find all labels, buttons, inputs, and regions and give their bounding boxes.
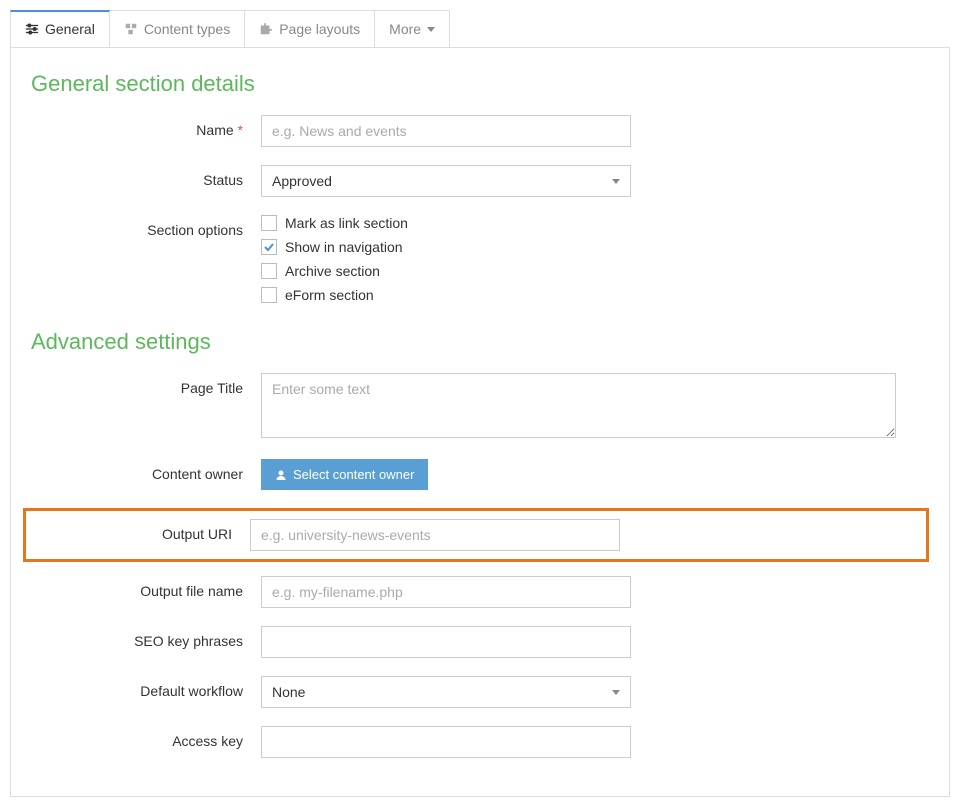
label-default-workflow: Default workflow — [31, 676, 261, 699]
chevron-down-icon — [612, 690, 620, 695]
checkbox-show-nav-label: Show in navigation — [285, 239, 403, 255]
label-content-owner: Content owner — [31, 459, 261, 482]
row-status: Status Approved — [31, 165, 929, 197]
tab-more[interactable]: More — [374, 10, 450, 47]
checkbox-mark-link[interactable] — [261, 215, 277, 231]
page-title-textarea[interactable] — [261, 373, 896, 438]
access-key-input[interactable] — [261, 726, 631, 758]
sliders-icon — [25, 22, 39, 36]
label-access-key: Access key — [31, 726, 261, 749]
row-section-options: Section options Mark as link section Sho… — [31, 215, 929, 311]
output-uri-input[interactable] — [250, 519, 620, 551]
tabs-bar: General Content types Page layouts More — [10, 10, 950, 48]
checkbox-archive-label: Archive section — [285, 263, 380, 279]
tab-page-layouts-label: Page layouts — [279, 21, 360, 37]
user-icon — [275, 469, 287, 481]
general-panel: General section details Name * Status Ap… — [10, 47, 950, 797]
label-section-options: Section options — [31, 215, 261, 238]
output-file-name-input[interactable] — [261, 576, 631, 608]
seo-key-phrases-input[interactable] — [261, 626, 631, 658]
tab-content-types[interactable]: Content types — [109, 10, 245, 47]
label-output-file-name: Output file name — [31, 576, 261, 599]
row-default-workflow: Default workflow None — [31, 676, 929, 708]
row-name: Name * — [31, 115, 929, 147]
checkbox-show-nav[interactable] — [261, 239, 277, 255]
status-value: Approved — [272, 173, 332, 189]
checkbox-eform[interactable] — [261, 287, 277, 303]
tab-content-types-label: Content types — [144, 21, 230, 37]
label-output-uri: Output URI — [26, 519, 250, 542]
tab-general[interactable]: General — [10, 10, 110, 47]
row-access-key: Access key — [31, 726, 929, 758]
row-output-file-name: Output file name — [31, 576, 929, 608]
label-seo: SEO key phrases — [31, 626, 261, 649]
cubes-icon — [124, 22, 138, 36]
tab-page-layouts[interactable]: Page layouts — [244, 10, 375, 47]
chevron-down-icon — [612, 179, 620, 184]
label-page-title: Page Title — [31, 373, 261, 396]
checkbox-mark-link-label: Mark as link section — [285, 215, 408, 231]
checkbox-archive[interactable] — [261, 263, 277, 279]
tab-more-label: More — [389, 21, 421, 37]
heading-general: General section details — [31, 71, 929, 97]
row-seo: SEO key phrases — [31, 626, 929, 658]
tab-general-label: General — [45, 21, 95, 37]
heading-advanced: Advanced settings — [31, 329, 929, 355]
puzzle-icon — [259, 22, 273, 36]
row-output-uri: Output URI — [26, 519, 914, 551]
default-workflow-value: None — [272, 684, 305, 700]
chevron-down-icon — [427, 27, 435, 32]
row-content-owner: Content owner Select content owner — [31, 459, 929, 490]
output-uri-highlight: Output URI — [23, 508, 929, 562]
row-page-title: Page Title — [31, 373, 929, 441]
status-select[interactable]: Approved — [261, 165, 631, 197]
label-name: Name * — [31, 115, 261, 138]
name-input[interactable] — [261, 115, 631, 147]
default-workflow-select[interactable]: None — [261, 676, 631, 708]
required-asterisk: * — [238, 122, 243, 138]
checkbox-eform-label: eForm section — [285, 287, 374, 303]
label-status: Status — [31, 165, 261, 188]
select-content-owner-button[interactable]: Select content owner — [261, 459, 428, 490]
